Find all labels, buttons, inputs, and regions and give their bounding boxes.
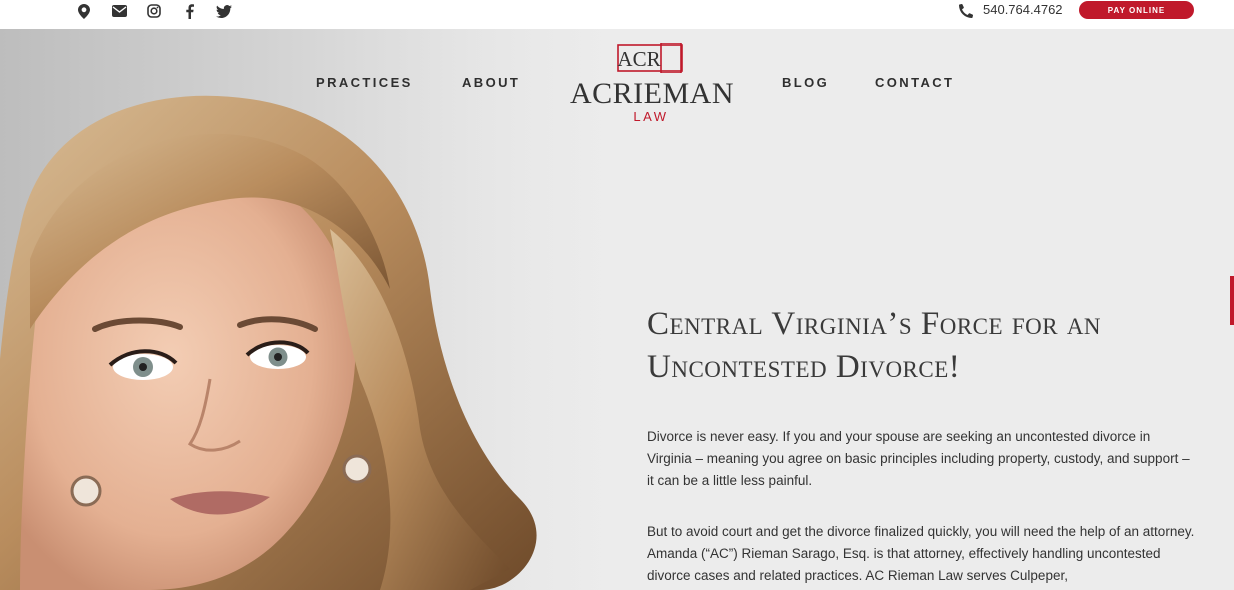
social-icons bbox=[76, 3, 232, 19]
logo-law: LAW bbox=[633, 109, 669, 124]
attorney-portrait-image bbox=[0, 29, 620, 590]
map-marker-icon[interactable] bbox=[76, 3, 92, 19]
top-bar: 540.764.4762 PAY ONLINE bbox=[0, 0, 1234, 29]
portrait-illustration bbox=[0, 29, 620, 590]
hero-paragraph-2: But to avoid court and get the divorce f… bbox=[647, 524, 1195, 583]
nav-about[interactable]: ABOUT bbox=[462, 75, 520, 90]
instagram-icon[interactable] bbox=[146, 3, 162, 19]
logo-name: ACRIEMAN bbox=[570, 77, 735, 110]
envelope-icon[interactable] bbox=[111, 3, 127, 19]
pay-online-button[interactable]: PAY ONLINE bbox=[1079, 1, 1194, 19]
nav-contact[interactable]: CONTACT bbox=[875, 75, 954, 90]
hero-headline: Central Virginia’s Force for an Uncontes… bbox=[647, 306, 1102, 385]
nav-blog[interactable]: BLOG bbox=[782, 75, 829, 90]
hero-paragraph-1: Divorce is never easy. If you and your s… bbox=[647, 429, 1190, 488]
site-logo[interactable]: ACR ACRIEMAN LAW bbox=[570, 43, 735, 125]
phone-icon bbox=[958, 3, 974, 19]
nav-practices[interactable]: PRACTICES bbox=[316, 75, 413, 90]
side-tab[interactable] bbox=[1230, 276, 1234, 325]
logo-mark-text: ACR bbox=[617, 47, 660, 71]
phone-number-link[interactable]: 540.764.4762 bbox=[983, 2, 1063, 17]
twitter-icon[interactable] bbox=[216, 3, 232, 19]
logo-mark-icon: ACR bbox=[617, 43, 683, 73]
facebook-icon[interactable] bbox=[181, 3, 197, 19]
